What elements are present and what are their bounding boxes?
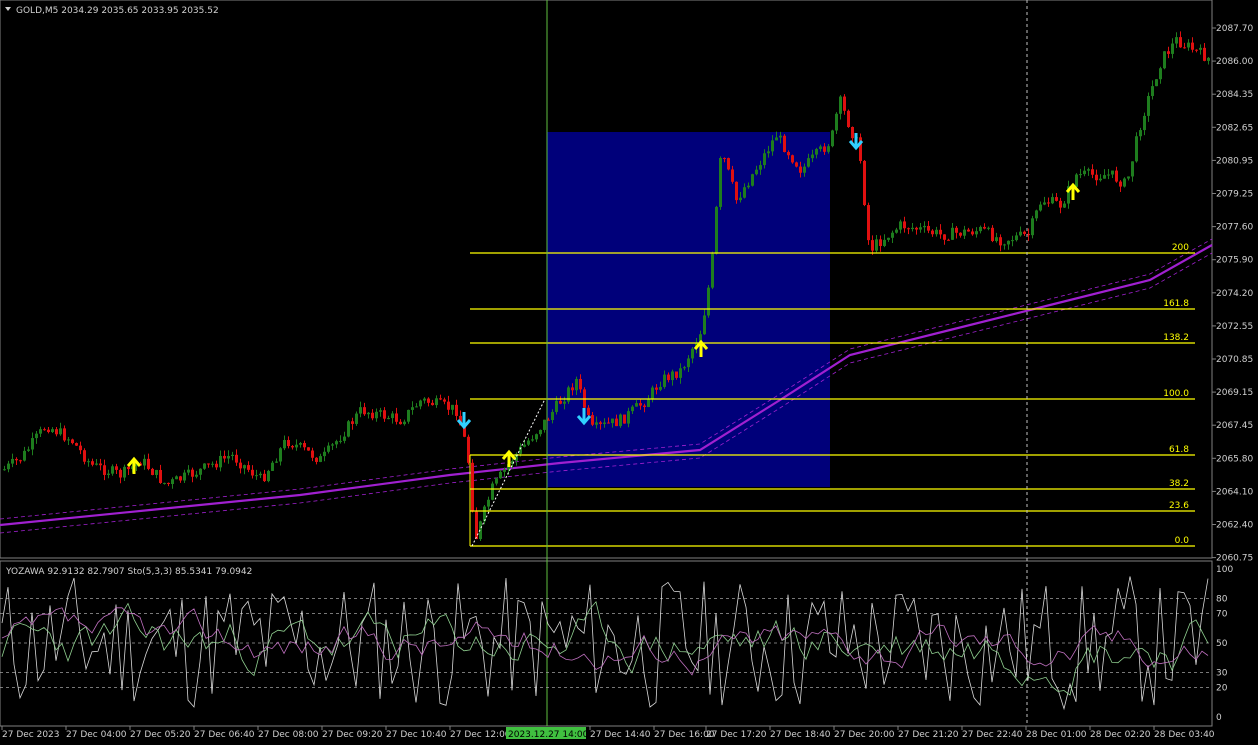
price-tick-label: 2082.65: [1216, 123, 1253, 133]
price-tick-label: 2084.35: [1216, 90, 1253, 100]
time-tick-label: 27 Dec 05:20: [130, 730, 191, 740]
oscillator-tick-label: 20: [1216, 683, 1228, 693]
time-tick-label: 28 Dec 03:40: [1154, 730, 1215, 740]
fib-level-label: 61.8: [1169, 445, 1189, 455]
price-tick-label: 2086.00: [1216, 57, 1253, 67]
fib-level-label: 38.2: [1169, 479, 1189, 489]
time-tick-label: 27 Dec 22:40: [962, 730, 1023, 740]
symbol-label: GOLD,M5 2034.29 2035.65 2033.95 2035.52: [16, 6, 219, 16]
price-tick-label: 2069.15: [1216, 388, 1253, 398]
price-tick-label: 2060.75: [1216, 554, 1253, 564]
time-tick-label: 27 Dec 17:20: [706, 730, 767, 740]
crosshair-time-label: 2023.12.27 14:00: [508, 730, 589, 740]
price-tick-label: 2072.55: [1216, 322, 1253, 332]
time-tick-label: 27 Dec 04:00: [66, 730, 127, 740]
time-tick-label: 27 Dec 10:40: [386, 730, 447, 740]
time-axis[interactable]: 27 Dec 2023 27 Dec 04:00 27 Dec 05:20 27 De…: [1, 726, 1215, 740]
time-tick-label: 28 Dec 01:00: [1026, 730, 1087, 740]
price-tick-label: 2065.80: [1216, 454, 1253, 464]
price-tick-label: 2077.60: [1216, 223, 1253, 233]
fib-level-label: 0.0: [1175, 536, 1190, 546]
oscillator-tick-label: 80: [1216, 595, 1228, 605]
indicator-label: YOZAWA 92.9132 82.7907 Sto(5,3,3) 85.534…: [5, 567, 252, 577]
oscillator-tick-label: 0: [1216, 713, 1222, 723]
time-tick-label: 27 Dec 2023: [2, 730, 60, 740]
time-tick-label: 27 Dec 09:20: [322, 730, 383, 740]
time-tick-label: 27 Dec 21:20: [898, 730, 959, 740]
price-tick-label: 2074.20: [1216, 289, 1253, 299]
price-tick-label: 2075.90: [1216, 256, 1253, 266]
price-tick-label: 2080.95: [1216, 156, 1253, 166]
fib-level-label: 23.6: [1169, 501, 1189, 511]
fib-level-label: 200: [1172, 243, 1189, 253]
fib-level-label: 100.0: [1163, 389, 1189, 399]
oscillator-tick-label: 70: [1216, 609, 1228, 619]
price-tick-label: 2067.45: [1216, 421, 1253, 431]
time-tick-label: 27 Dec 20:00: [834, 730, 895, 740]
price-tick-label: 2064.10: [1216, 487, 1253, 497]
trading-chart[interactable]: 200161.8138.2100.061.838.223.60.0 GOLD,M…: [0, 0, 1258, 745]
oscillator-tick-label: 30: [1216, 669, 1228, 679]
indicator-frame[interactable]: [0, 560, 1213, 727]
time-tick-label: 27 Dec 18:40: [770, 730, 831, 740]
price-tick-label: 2087.70: [1216, 24, 1253, 34]
price-tick-label: 2070.85: [1216, 355, 1253, 365]
price-tick-label: 2062.40: [1216, 521, 1253, 531]
price-tick-label: 2079.25: [1216, 190, 1253, 200]
time-tick-label: 28 Dec 02:20: [1090, 730, 1151, 740]
fib-level-label: 161.8: [1163, 299, 1189, 309]
price-axis[interactable]: 2087.70 2086.00 2084.35 2082.65 2080.95 2079.…: [1212, 24, 1253, 723]
time-tick-label: 27 Dec 12:00: [450, 730, 511, 740]
time-tick-label: 27 Dec 08:00: [258, 730, 319, 740]
fib-level-label: 138.2: [1163, 333, 1189, 343]
oscillator-tick-label: 100: [1216, 565, 1233, 575]
time-tick-label: 27 Dec 14:40: [590, 730, 651, 740]
time-tick-label: 27 Dec 06:40: [194, 730, 255, 740]
oscillator-tick-label: 50: [1216, 639, 1228, 649]
